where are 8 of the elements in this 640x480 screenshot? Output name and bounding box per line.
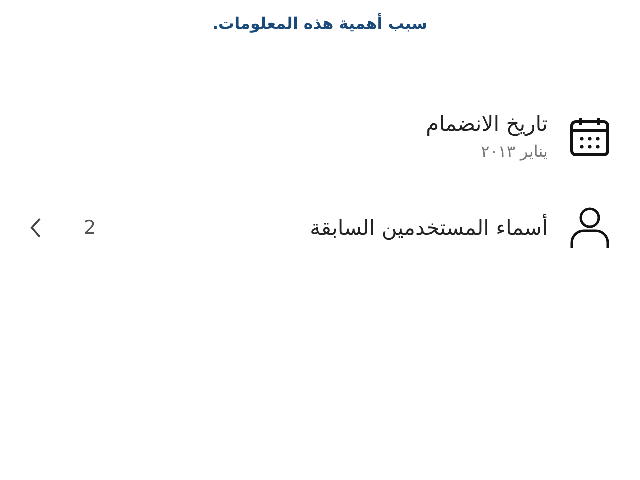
item-title: تاريخ الانضمام <box>425 112 548 136</box>
calendar-icon <box>570 116 610 156</box>
item-title: أسماء المستخدمين السابقة <box>309 216 548 240</box>
item-count: 2 <box>84 217 96 239</box>
person-icon <box>570 207 610 249</box>
item-date: يناير ٢٠١٣ <box>480 142 548 161</box>
info-link[interactable]: سبب أهمية هذه المعلومات. <box>212 14 428 33</box>
chevron-icon[interactable] <box>30 217 42 239</box>
